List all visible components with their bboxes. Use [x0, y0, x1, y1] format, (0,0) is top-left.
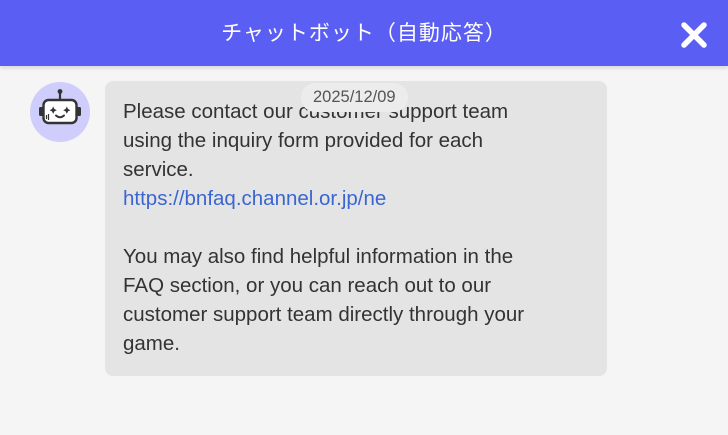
message-line: customer support team directly through y… — [123, 303, 525, 326]
close-icon — [681, 22, 707, 48]
close-button[interactable] — [676, 17, 712, 53]
bot-message-bubble: Please contact our customer support team… — [105, 81, 607, 376]
message-line: using the inquiry form provided for each — [123, 129, 484, 152]
date-badge: 2025/12/09 — [301, 83, 408, 112]
robot-icon — [39, 89, 81, 125]
faq-link[interactable]: https://bnfaq.channel.or.jp/ne — [123, 187, 386, 210]
message-text: Please contact our customer support team… — [123, 97, 593, 358]
message-line: You may also find helpful information in… — [123, 245, 514, 268]
header-title: チャットボット（自動応答） — [221, 21, 507, 45]
chat-header: チャットボット（自動応答） — [0, 0, 728, 66]
bot-avatar — [30, 82, 90, 142]
message-line: service. — [123, 158, 194, 181]
message-line: game. — [123, 332, 180, 355]
message-line: FAQ section, or you can reach out to our — [123, 274, 492, 297]
